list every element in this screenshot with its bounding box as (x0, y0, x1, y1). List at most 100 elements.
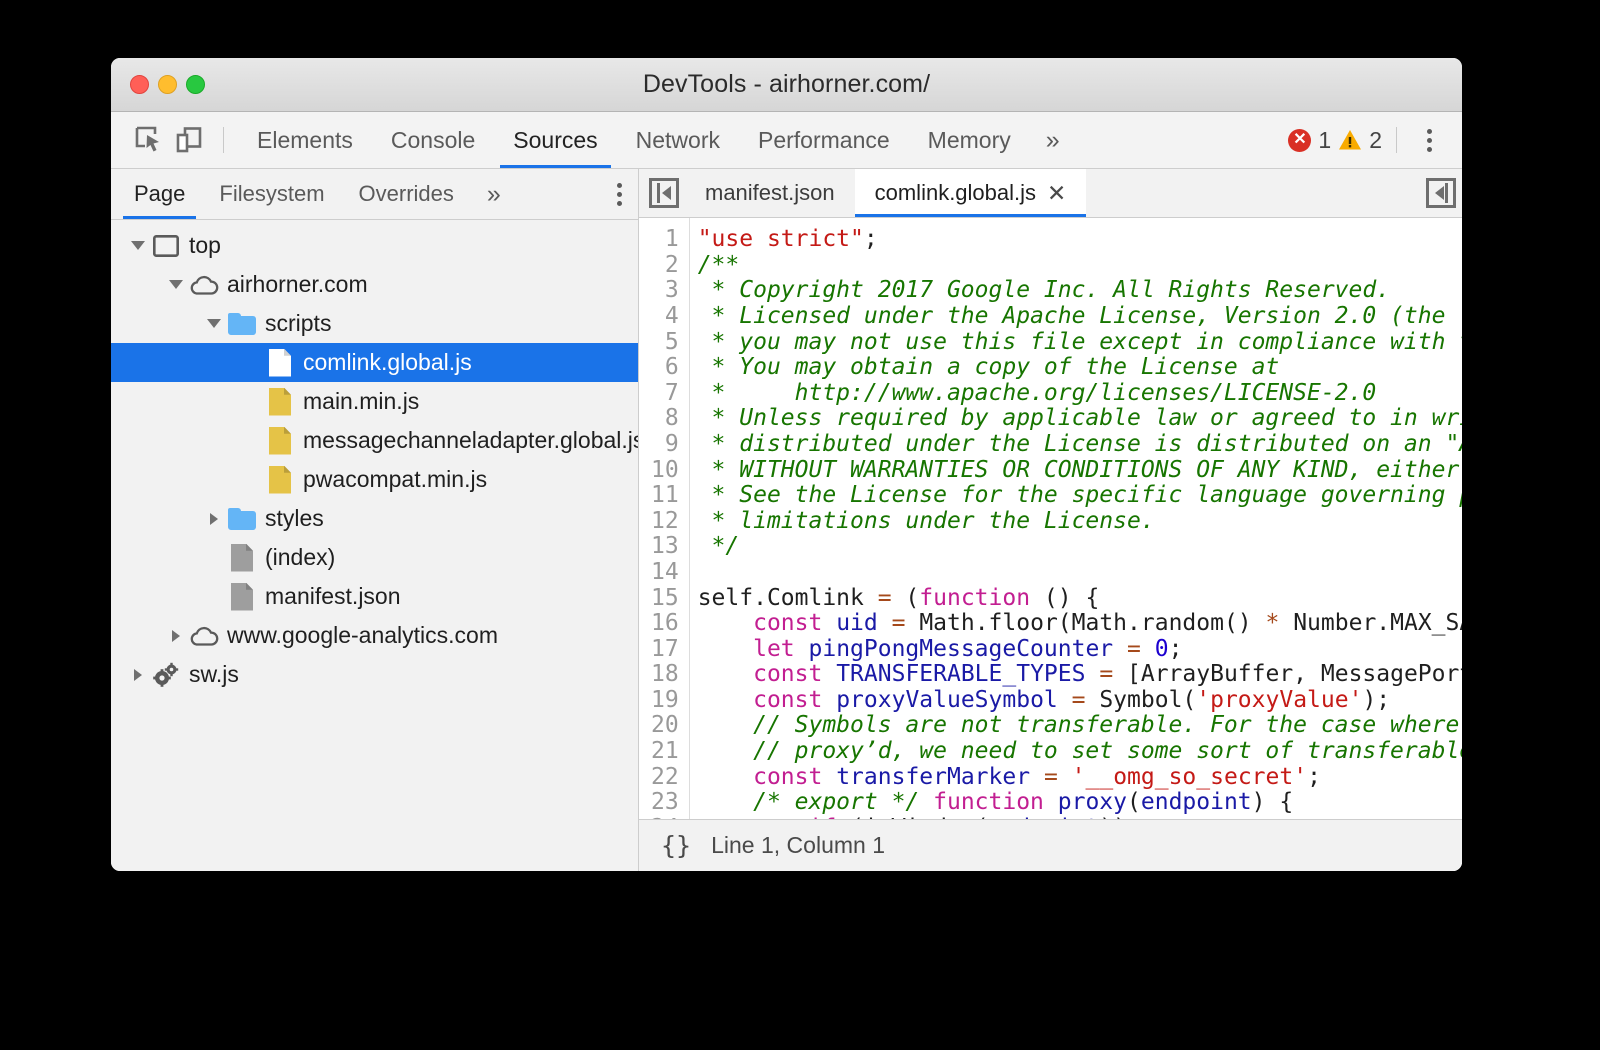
code-token (1113, 636, 1127, 662)
code-token: Number.MAX_SAFE (1279, 610, 1462, 636)
tree-item-comlink-global-js[interactable]: comlink.global.js (111, 343, 638, 382)
chevron-right-icon[interactable] (203, 499, 225, 538)
tab-memory-label: Memory (928, 127, 1011, 154)
tree-item-pwacompat-min-js[interactable]: pwacompat.min.js (111, 460, 638, 499)
tree-item-sw-js[interactable]: sw.js (111, 655, 638, 694)
line-number: 23 (651, 790, 679, 816)
code-line: // Symbols are not transferable. For the… (698, 713, 1462, 739)
editor-tab-comlink-global-js[interactable]: comlink.global.js ✕ (855, 169, 1087, 217)
editor-tab-manifest-json[interactable]: manifest.json (685, 169, 855, 217)
chevron-down-icon[interactable] (127, 226, 149, 265)
code-token: "use strict" (698, 226, 864, 252)
tab-network[interactable]: Network (617, 112, 739, 168)
tab-sources[interactable]: Sources (494, 112, 616, 168)
editor-tab-manifest-json-label: manifest.json (705, 180, 835, 206)
cursor-position: Line 1, Column 1 (711, 832, 885, 859)
nav-tab-page[interactable]: Page (117, 169, 202, 219)
chevron-right-icon[interactable] (165, 616, 187, 655)
line-number: 13 (651, 534, 679, 560)
tree-item-label: manifest.json (265, 583, 401, 610)
code-token (822, 764, 836, 790)
code-editor[interactable]: 123456789101112131415161718192021222324 … (639, 218, 1462, 819)
tab-console[interactable]: Console (372, 112, 494, 168)
tree-item-scripts[interactable]: scripts (111, 304, 638, 343)
code-token: transferMarker (836, 764, 1030, 790)
line-number: 5 (651, 330, 679, 356)
source-code-content[interactable]: "use strict";/** * Copyright 2017 Google… (690, 218, 1462, 819)
line-number: 22 (651, 765, 679, 791)
error-icon: ✕ (1288, 129, 1311, 152)
code-token: self.Comlink (698, 585, 878, 611)
nav-tab-overrides[interactable]: Overrides (342, 169, 471, 219)
tree-item-label: sw.js (189, 661, 239, 688)
code-token (698, 789, 753, 815)
code-token: ( (1127, 789, 1141, 815)
cloud-icon (187, 625, 221, 647)
cloud-icon (187, 274, 221, 296)
nav-tab-filesystem-label: Filesystem (219, 181, 324, 207)
tree-item-label: (index) (265, 544, 335, 571)
code-token: = (878, 585, 892, 611)
navigator-kebab-menu-icon[interactable] (601, 183, 638, 206)
tree-item-top[interactable]: top (111, 226, 638, 265)
tree-item-messagechanneladapter-global-js[interactable]: messagechanneladapter.global.js (111, 421, 638, 460)
devtools-body: Page Filesystem Overrides » top airhorner… (111, 169, 1462, 871)
tree-item-styles[interactable]: styles (111, 499, 638, 538)
code-line: * Unless required by applicable law or a… (698, 406, 1462, 432)
code-token: function (919, 585, 1030, 611)
screenshot-root: DevTools - airhorner.com/ Elements (0, 0, 1600, 1050)
code-token: * Licensed under the Apache License, Ver… (698, 303, 1462, 329)
close-icon[interactable]: ✕ (1047, 182, 1066, 205)
tree-item-airhorner-com[interactable]: airhorner.com (111, 265, 638, 304)
more-nav-tabs-chevron-icon[interactable]: » (471, 182, 517, 207)
code-line: const proxyValueSymbol = Symbol('proxyVa… (698, 688, 1462, 714)
code-token: '__omg_so_secret' (1072, 764, 1307, 790)
code-token: * See the License for the specific langu… (698, 482, 1462, 508)
code-token: ); (1362, 687, 1390, 713)
sources-navigator: Page Filesystem Overrides » top airhorner… (111, 169, 639, 871)
editor-tabbar: manifest.json comlink.global.js ✕ (639, 169, 1462, 218)
chevron-right-icon[interactable] (127, 655, 149, 694)
more-panels-chevron-icon[interactable]: » (1030, 128, 1076, 153)
kebab-menu-icon[interactable] (1411, 129, 1448, 152)
code-line: const uid = Math.floor(Math.random() * N… (698, 611, 1462, 637)
code-token (1058, 764, 1072, 790)
tree-item-label: airhorner.com (227, 271, 368, 298)
tree-item-index[interactable]: (index) (111, 538, 638, 577)
issue-counters[interactable]: ✕ 1 2 (1288, 127, 1382, 154)
show-debugger-icon[interactable] (1426, 178, 1456, 208)
code-token: () { (1030, 585, 1099, 611)
line-number: 8 (651, 406, 679, 432)
code-token (698, 661, 753, 687)
tree-item-manifest-json[interactable]: manifest.json (111, 577, 638, 616)
device-toolbar-icon[interactable] (169, 120, 209, 160)
code-token: * Copyright 2017 Google Inc. All Rights … (698, 277, 1390, 303)
toolbar-divider-2 (1396, 127, 1397, 153)
code-line: /* export */ function proxy(endpoint) { (698, 790, 1462, 816)
panel-tab-list: Elements Console Sources Network Perform… (238, 112, 1076, 168)
tab-performance[interactable]: Performance (739, 112, 909, 168)
tree-item-www-google-analytics-com[interactable]: www.google-analytics.com (111, 616, 638, 655)
file-yellow-icon (263, 466, 297, 494)
code-token: proxy (1058, 789, 1127, 815)
code-line: * you may not use this file except in co… (698, 330, 1462, 356)
inspect-element-icon[interactable] (129, 120, 169, 160)
tab-memory[interactable]: Memory (909, 112, 1030, 168)
tree-item-main-min-js[interactable]: main.min.js (111, 382, 638, 421)
code-token: = (1072, 687, 1086, 713)
code-token: * limitations under the License. (698, 508, 1155, 534)
tree-item-label: comlink.global.js (303, 349, 472, 376)
chevron-down-icon[interactable] (165, 265, 187, 304)
code-token: // Symbols are not transferable. For the… (698, 712, 1462, 738)
tab-elements[interactable]: Elements (238, 112, 372, 168)
warning-icon (1338, 129, 1362, 151)
chevron-down-icon[interactable] (203, 304, 225, 343)
code-token: const (753, 764, 822, 790)
code-token: TRANSFERABLE_TYPES (836, 661, 1085, 687)
code-token (698, 687, 753, 713)
pretty-print-icon[interactable]: {} (661, 831, 691, 860)
nav-tab-filesystem[interactable]: Filesystem (202, 169, 341, 219)
code-token (698, 610, 753, 636)
show-navigator-icon[interactable] (649, 178, 679, 208)
code-token (822, 687, 836, 713)
